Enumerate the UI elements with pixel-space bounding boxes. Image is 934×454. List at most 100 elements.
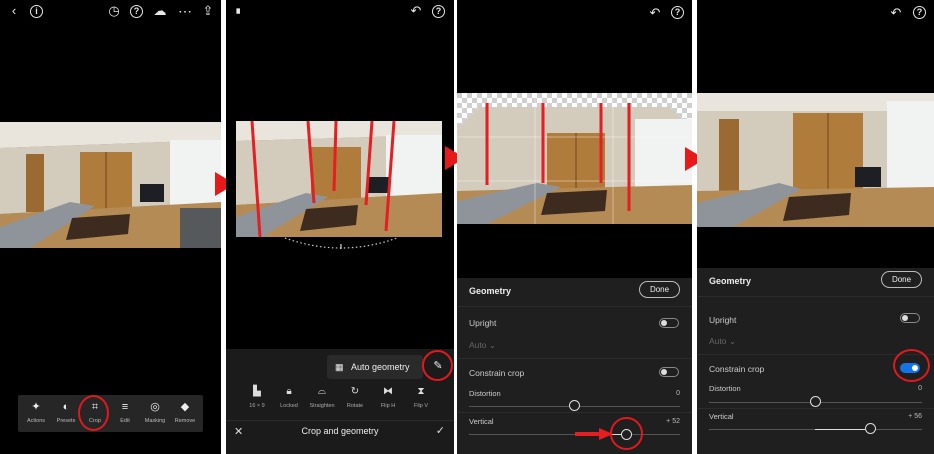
aspect-picker-icon[interactable]: ▘ [232, 6, 248, 22]
room-photo-transformed [457, 93, 692, 224]
upright-label: Upright [469, 318, 497, 328]
tool-straighten[interactable]: ⌓ Straighten [307, 385, 337, 409]
tool-remove[interactable]: ◆ Remove [170, 400, 200, 424]
tool-presets[interactable]: ◐ Presets [51, 400, 81, 424]
tool-label: Edit [120, 418, 130, 424]
chevron-down-icon: ⌄ [728, 336, 736, 346]
tool-flip-v[interactable]: ⧗ Flip V [406, 385, 436, 409]
tool-label: Presets [56, 418, 76, 424]
upright-toggle[interactable] [659, 318, 679, 328]
annotation-arrow-slider [575, 428, 613, 440]
back-chevron-icon[interactable]: ‹ [6, 3, 22, 19]
footer-title: Crop and geometry [301, 426, 379, 436]
screen-crop: ▘ ↶ ? ▦ Auto geometry ✎ ▙ 16 × 9 🔒︎ Lock… [226, 0, 454, 454]
crop-footer: ✕ Crop and geometry ✓ [226, 420, 454, 442]
straighten-icon: ⌓ [318, 386, 326, 397]
flip-vertical-icon: ⧗ [417, 386, 425, 397]
masking-icon: ◎ [150, 401, 160, 413]
magic-wand-icon: ✦ [31, 401, 41, 413]
divider [697, 408, 934, 409]
upright-select[interactable]: Auto ⌄ [709, 336, 736, 347]
upright-label: Upright [709, 315, 737, 325]
auto-geometry-label: Auto geometry [351, 362, 410, 372]
screen-geometry-after: ↶ ? Geometry Done Upright Auto ⌄ Constra… [697, 0, 934, 454]
help-icon[interactable]: ? [130, 5, 143, 18]
constrain-crop-toggle[interactable] [659, 367, 679, 377]
tool-actions[interactable]: ✦ Actions [21, 400, 51, 424]
history-icon[interactable]: ◷ [106, 3, 122, 19]
info-icon[interactable]: i [30, 5, 43, 18]
top-bar: ‹ i ◷ ? ☁ ⋯ ⇪ [0, 3, 221, 21]
divider [457, 412, 692, 413]
vertical-value: + 56 [908, 413, 922, 420]
distortion-value: 0 [676, 390, 680, 397]
presets-icon: ◐ [62, 401, 70, 413]
help-icon[interactable]: ? [432, 5, 445, 18]
vertical-label: Vertical [469, 417, 494, 426]
tool-masking[interactable]: ◎ Masking [140, 400, 170, 424]
distortion-label: Distortion [709, 384, 741, 393]
done-button[interactable]: Done [639, 281, 680, 298]
cloud-sync-icon[interactable]: ☁ [152, 3, 168, 19]
vertical-value: + 52 [666, 418, 680, 425]
annotation-circle-constrain [893, 349, 930, 382]
aspect-ratio-icon: ▙ [253, 386, 261, 397]
rotate-icon: ↻ [350, 386, 360, 397]
distortion-slider-knob[interactable] [569, 400, 580, 411]
vertical-label: Vertical [709, 412, 734, 421]
distortion-value: 0 [918, 385, 922, 392]
screen-edit-home: ‹ i ◷ ? ☁ ⋯ ⇪ ✦ Actions ◐ Presets ⌗ Crop… [0, 0, 221, 454]
room-photo-constrained [697, 93, 934, 227]
constrain-crop-label: Constrain crop [709, 364, 765, 374]
tool-label: Remove [174, 418, 196, 424]
tool-label: Masking [144, 418, 166, 424]
lock-icon: 🔒︎ [286, 386, 292, 397]
room-photo-crop [236, 121, 442, 237]
tool-label: 16 × 9 [249, 403, 265, 409]
distortion-slider-knob[interactable] [810, 396, 821, 407]
tool-label: Actions [26, 418, 46, 424]
tool-label: Locked [280, 403, 298, 409]
eraser-icon: ◆ [180, 401, 190, 413]
upright-value: Auto [709, 336, 727, 346]
help-icon[interactable]: ? [671, 6, 684, 19]
upright-toggle[interactable] [900, 313, 920, 323]
help-icon[interactable]: ? [913, 6, 926, 19]
flip-horizontal-icon: ⧓ [383, 386, 393, 397]
undo-icon[interactable]: ↶ [408, 3, 424, 19]
confirm-check-icon[interactable]: ✓ [436, 424, 445, 437]
annotation-circle-crop [78, 395, 109, 431]
undo-icon[interactable]: ↶ [647, 5, 663, 21]
share-icon[interactable]: ⇪ [200, 3, 216, 19]
tool-label: Flip H [380, 403, 396, 409]
done-button[interactable]: Done [881, 271, 922, 288]
crop-tools-row: ▙ 16 × 9 🔒︎ Locked ⌓ Straighten ↻ Rotate… [226, 385, 454, 419]
divider [457, 306, 692, 307]
constrain-crop-label: Constrain crop [469, 368, 525, 378]
more-options-icon[interactable]: ⋯ [177, 3, 193, 19]
vertical-slider-fill [815, 429, 865, 430]
tool-aspect-ratio[interactable]: ▙ 16 × 9 [242, 385, 272, 409]
tool-rotate[interactable]: ↻ Rotate [340, 385, 370, 409]
divider [697, 296, 934, 297]
vertical-slider-knob[interactable] [865, 423, 876, 434]
screen-geometry-before: ↶ ? Geometry Done Upright Auto ⌄ Constra… [457, 0, 692, 454]
sliders-icon: ≡ [121, 401, 129, 413]
tool-label: Straighten [309, 403, 335, 409]
bottom-toolbar: ✦ Actions ◐ Presets ⌗ Crop ≡ Edit ◎ Mask… [18, 395, 203, 432]
tool-lock[interactable]: 🔒︎ Locked [274, 385, 304, 409]
tool-flip-h[interactable]: ⧓ Flip H [373, 385, 403, 409]
tool-edit[interactable]: ≡ Edit [110, 400, 140, 424]
tool-label: Rotate [346, 403, 364, 409]
geometry-title: Geometry [709, 276, 752, 286]
tool-label: Flip V [413, 403, 429, 409]
auto-geometry-button[interactable]: ▦ Auto geometry [327, 355, 423, 379]
distortion-label: Distortion [469, 389, 501, 398]
geometry-title: Geometry [469, 286, 512, 296]
room-photo [0, 122, 221, 248]
divider [457, 358, 692, 359]
undo-icon[interactable]: ↶ [888, 5, 904, 21]
straighten-dial[interactable] [281, 236, 401, 254]
upright-select[interactable]: Auto ⌄ [469, 340, 496, 351]
auto-geometry-icon: ▦ [335, 362, 344, 372]
